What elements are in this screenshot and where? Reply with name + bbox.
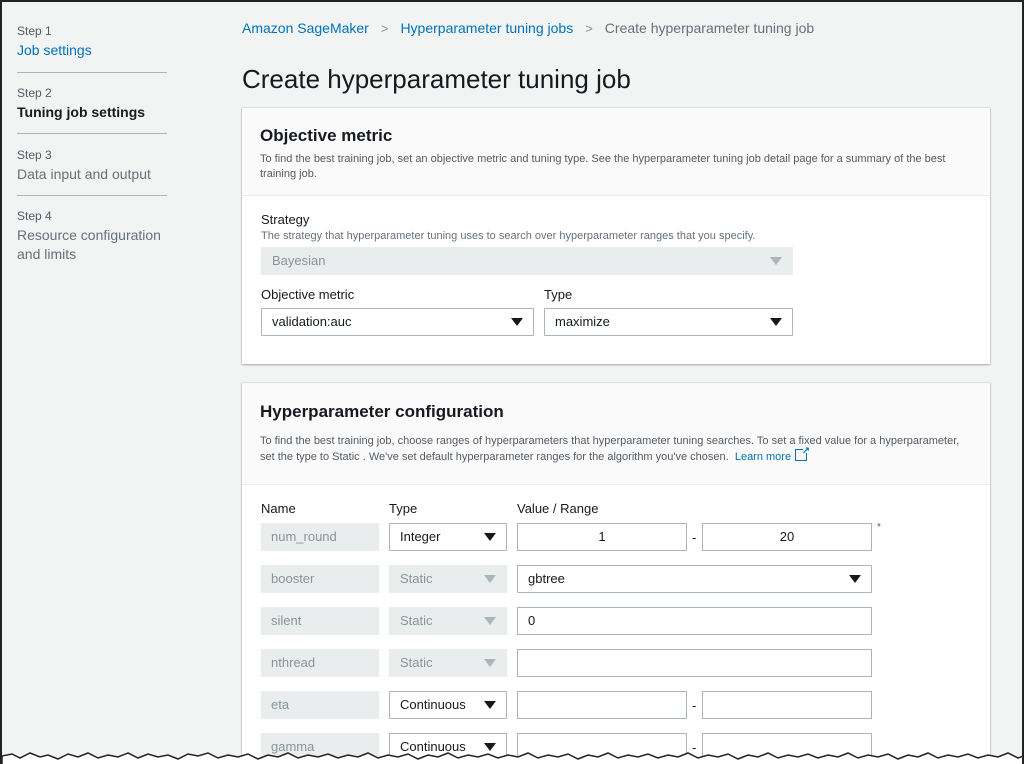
range-dash: - [692,530,697,545]
objective-metric-value: validation:auc [272,314,352,329]
objective-metric-label: Objective metric [261,287,355,302]
objective-panel-description: To find the best training job, set an ob… [260,153,946,180]
step-2: Step 2 Tuning job settings [17,86,167,122]
objective-type-value: maximize [555,314,610,329]
caret-down-icon [849,575,861,583]
step-4-number: Step 4 [17,209,52,223]
caret-down-icon [484,659,496,667]
objective-panel-title: Objective metric [260,126,393,145]
step-divider [17,72,167,73]
hyperparam-type-value: Continuous [400,697,466,712]
booster-value-select[interactable]: gbtree [517,565,872,593]
hyperparam-type-value: Integer [400,529,441,544]
caret-down-icon [770,257,782,265]
hyperparam-type-select-silent: Static [389,607,507,635]
hyperparam-type-value: Static [400,571,433,586]
strategy-select-value: Bayesian [272,253,326,268]
hyperparam-type-value: Static [400,655,433,670]
chevron-right-icon: > [380,21,389,36]
hyper-panel-title: Hyperparameter configuration [260,402,504,421]
step-1[interactable]: Step 1 Job settings [17,24,167,60]
breadcrumb-sagemaker[interactable]: Amazon SageMaker [242,20,369,36]
step-4: Step 4 Resource configuration and limits [17,209,167,264]
step-3: Step 3 Data input and output [17,148,167,184]
nthread-value-input[interactable] [517,649,872,677]
caret-down-icon [484,701,496,709]
hyperparam-type-value: Static [400,613,433,628]
external-link-icon [795,444,810,461]
strategy-description: The strategy that hyperparameter tuning … [261,230,756,242]
hyperparam-type-select-nthread: Static [389,649,507,677]
range-dash: - [692,698,697,713]
hyperparam-name-num-round: num_round [261,523,379,551]
objective-metric-panel: Objective metric To find the best traini… [242,108,990,364]
breadcrumb: Amazon SageMaker > Hyperparameter tuning j… [242,20,814,36]
learn-more-text[interactable]: Learn more [735,451,791,463]
objective-panel-header: Objective metric To find the best traini… [242,108,990,196]
strategy-select: Bayesian [261,247,793,275]
learn-more-link[interactable]: Learn more [735,444,810,463]
step-3-title: Data input and output [17,166,151,182]
breadcrumb-tuning-jobs[interactable]: Hyperparameter tuning jobs [400,20,573,36]
objective-metric-select[interactable]: validation:auc [261,308,534,336]
page-title: Create hyperparameter tuning job [242,64,631,94]
chevron-right-icon: > [585,21,593,36]
torn-edge-decoration [2,752,1022,764]
num-round-max-input[interactable]: 20 [702,523,872,551]
caret-down-icon [511,318,523,326]
step-divider [17,195,167,196]
silent-value-input[interactable]: 0 [517,607,872,635]
caret-down-icon [484,617,496,625]
hyperparam-type-select-booster: Static [389,565,507,593]
step-4-title: Resource configuration and limits [17,227,161,262]
column-name-header: Name [261,501,296,516]
step-2-title: Tuning job settings [17,104,146,120]
column-value-header: Value / Range [517,501,599,516]
hyper-panel-header: Hyperparameter configuration To find the… [242,383,990,485]
eta-min-input[interactable] [517,691,687,719]
hyperparam-name-eta: eta [261,691,379,719]
hyper-description-text: To find the best training job, choose ra… [260,435,960,463]
hyperparam-name-silent: silent [261,607,379,635]
objective-type-select[interactable]: maximize [544,308,793,336]
hyperparameter-config-panel: Hyperparameter configuration To find the… [242,383,990,764]
hyperparam-name-nthread: nthread [261,649,379,677]
eta-max-input[interactable] [702,691,872,719]
hyper-panel-description: To find the best training job, choose ra… [260,434,972,465]
step-3-number: Step 3 [17,148,52,162]
caret-down-icon [484,575,496,583]
caret-down-icon [484,533,496,541]
step-1-number: Step 1 [17,24,52,38]
column-type-header: Type [389,501,418,516]
hyperparam-type-select-num-round[interactable]: Integer [389,523,507,551]
step-1-title[interactable]: Job settings [17,41,167,60]
caret-down-icon [770,318,782,326]
step-divider [17,133,167,134]
booster-value: gbtree [528,571,565,586]
hyperparam-type-select-eta[interactable]: Continuous [389,691,507,719]
wizard-steps-nav: Step 1 Job settings Step 2 Tuning job se… [2,2,202,764]
required-mark: * [877,522,881,533]
step-2-number: Step 2 [17,86,52,100]
breadcrumb-current: Create hyperparameter tuning job [604,20,815,36]
num-round-min-input[interactable]: 1 [517,523,687,551]
hyperparam-name-booster: booster [261,565,379,593]
type-label: Type [544,287,573,302]
strategy-label: Strategy [261,212,310,227]
app-frame: Step 1 Job settings Step 2 Tuning job se… [0,0,1024,764]
